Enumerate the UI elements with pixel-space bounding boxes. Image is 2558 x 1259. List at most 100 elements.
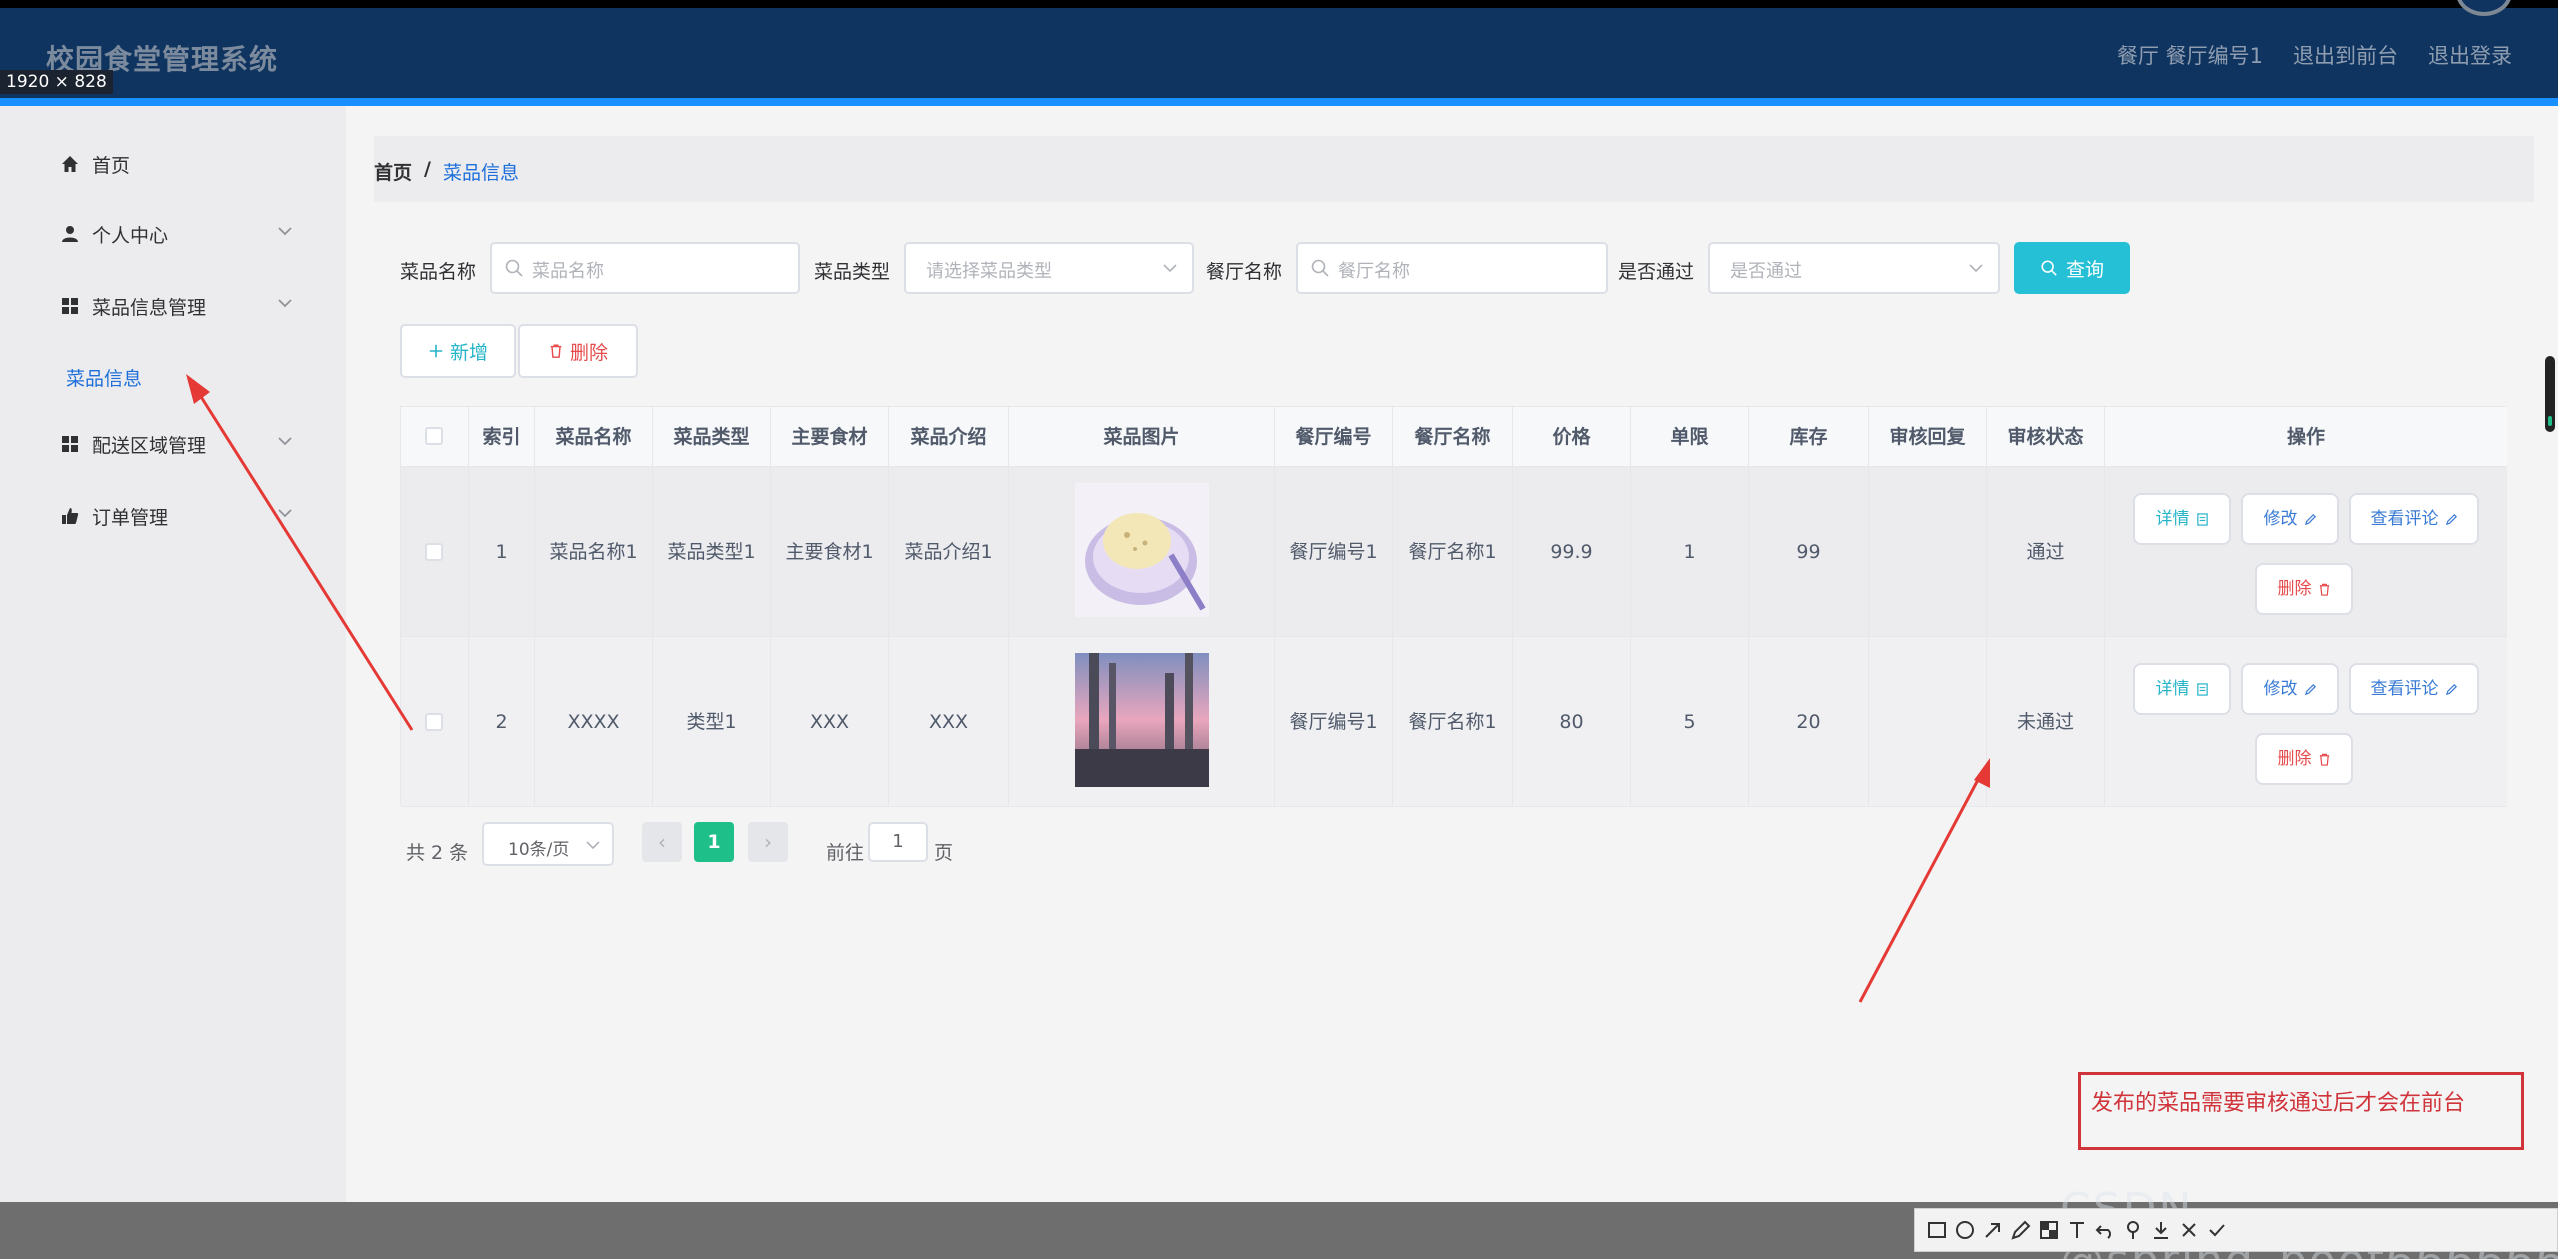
search-icon [505, 259, 523, 277]
restaurant-name-placeholder: 餐厅名称 [1338, 261, 1410, 282]
document-icon [2196, 512, 2208, 526]
logout-link[interactable]: 退出登录 [2428, 40, 2512, 70]
cell-price: 80 [1513, 637, 1631, 807]
search-icon [2041, 260, 2057, 276]
restaurant-name-label: 餐厅名称 [1206, 261, 1283, 283]
dish-type-select[interactable]: 请选择菜品类型 [904, 242, 1194, 294]
sidebar-item-label: 菜品信息管理 [92, 297, 207, 319]
arrow-tool-icon[interactable] [1981, 1218, 2005, 1242]
home-icon [62, 156, 78, 172]
dish-image-ice-cream[interactable] [1075, 483, 1209, 617]
check-icon[interactable] [2205, 1218, 2229, 1242]
delete-label: 删除 [2277, 749, 2312, 769]
col-restaurant-name: 餐厅名称 [1393, 407, 1513, 467]
col-image: 菜品图片 [1009, 407, 1275, 467]
cell-price: 99.9 [1513, 467, 1631, 637]
avatar[interactable] [2456, 0, 2512, 16]
sidebar: 首页 个人中心 菜品信息管理 菜品信息 配送区域管理 订单管理 [0, 106, 346, 1202]
col-dish-name: 菜品名称 [535, 407, 653, 467]
mosaic-tool-icon[interactable] [2037, 1218, 2061, 1242]
goto-page-input[interactable]: 1 [868, 822, 928, 862]
cell-review-reply [1869, 637, 1987, 807]
goto-suffix: 页 [934, 842, 954, 864]
delete-row-button[interactable]: 删除 [2255, 733, 2353, 785]
dish-name-label: 菜品名称 [400, 261, 477, 283]
chevron-down-icon [278, 509, 292, 518]
sidebar-item-orders[interactable]: 订单管理 [0, 494, 346, 538]
col-ingredient: 主要食材 [771, 407, 889, 467]
download-icon[interactable] [2149, 1218, 2173, 1242]
view-comments-button[interactable]: 查看评论 [2349, 663, 2479, 715]
detail-label: 详情 [2155, 679, 2190, 699]
sidebar-item-home[interactable]: 首页 [0, 142, 346, 186]
pen-tool-icon[interactable] [2009, 1218, 2033, 1242]
next-page-button[interactable]: › [748, 822, 788, 862]
dish-table: 索引 菜品名称 菜品类型 主要食材 菜品介绍 菜品图片 餐厅编号 餐厅名称 价格… [400, 406, 2507, 807]
table-row: 2 XXXX 类型1 XXX XXX 餐厅编号1 餐厅名称1 80 5 20 未… [401, 637, 2507, 807]
cell-actions: 详情 修改 查看评论 删除 [2105, 637, 2507, 807]
cell-intro: XXX [889, 637, 1009, 807]
close-icon[interactable] [2177, 1218, 2201, 1242]
col-stock: 库存 [1749, 407, 1869, 467]
view-comments-button[interactable]: 查看评论 [2349, 493, 2479, 545]
col-review-reply: 审核回复 [1869, 407, 1987, 467]
cell-restaurant-name: 餐厅名称1 [1393, 467, 1513, 637]
chevron-down-icon [278, 299, 292, 308]
row-select-cell [401, 637, 469, 807]
table-row: 1 菜品名称1 菜品类型1 主要食材1 菜品介绍1 餐厅编号1 餐厅名称1 99… [401, 467, 2507, 637]
sidebar-item-personal-center[interactable]: 个人中心 [0, 212, 346, 256]
cell-review-status: 通过 [1987, 467, 2105, 637]
back-to-frontend-link[interactable]: 退出到前台 [2293, 40, 2398, 70]
user-icon [62, 226, 78, 242]
dish-type-label: 菜品类型 [814, 261, 891, 283]
undo-icon[interactable] [2093, 1218, 2117, 1242]
page-1-button[interactable]: 1 [694, 822, 734, 862]
page-size-select[interactable]: 10条/页 [482, 822, 614, 866]
sidebar-subitem-dish-info[interactable]: 菜品信息 [66, 364, 142, 391]
top-header: 校园食堂管理系统 餐厅 餐厅编号1 退出到前台 退出登录 [0, 0, 2558, 100]
breadcrumb-home[interactable]: 首页 [374, 158, 412, 185]
query-button[interactable]: 查询 [2014, 242, 2130, 294]
pencil-icon [2445, 513, 2457, 525]
chevron-down-icon [1969, 264, 1983, 273]
detail-button[interactable]: 详情 [2133, 663, 2231, 715]
grid-icon [62, 298, 78, 314]
row-checkbox[interactable] [425, 713, 443, 731]
approved-select[interactable]: 是否通过 [1708, 242, 2000, 294]
cell-index: 1 [469, 467, 535, 637]
scroll-indicator[interactable] [2545, 356, 2555, 432]
chevron-down-icon [1163, 264, 1177, 273]
pin-icon[interactable] [2121, 1218, 2145, 1242]
view-comments-label: 查看评论 [2370, 679, 2439, 699]
sidebar-item-label: 个人中心 [92, 225, 169, 247]
dish-type-placeholder: 请选择菜品类型 [926, 261, 1052, 282]
restaurant-name-input[interactable]: 餐厅名称 [1296, 242, 1608, 294]
ellipse-tool-icon[interactable] [1953, 1218, 1977, 1242]
sidebar-item-label: 订单管理 [92, 507, 169, 529]
cell-index: 2 [469, 637, 535, 807]
batch-delete-button[interactable]: 删除 [518, 324, 638, 378]
table-header: 索引 菜品名称 菜品类型 主要食材 菜品介绍 菜品图片 餐厅编号 餐厅名称 价格… [401, 407, 2507, 467]
pencil-icon [2445, 683, 2457, 695]
cell-image [1009, 637, 1275, 807]
cell-stock: 99 [1749, 467, 1869, 637]
cell-limit: 1 [1631, 467, 1749, 637]
goto-prefix: 前往 [826, 842, 865, 864]
prev-page-button[interactable]: ‹ [642, 822, 682, 862]
col-dish-type: 菜品类型 [653, 407, 771, 467]
sidebar-item-delivery-area[interactable]: 配送区域管理 [0, 422, 346, 466]
row-checkbox[interactable] [425, 543, 443, 561]
detail-button[interactable]: 详情 [2133, 493, 2231, 545]
dish-name-input[interactable]: 菜品名称 [490, 242, 800, 294]
rectangle-tool-icon[interactable] [1925, 1218, 1949, 1242]
screenshot-toolbar [1914, 1208, 2558, 1252]
cell-restaurant-no: 餐厅编号1 [1275, 467, 1393, 637]
query-button-label: 查询 [2065, 258, 2104, 281]
sidebar-item-dish-management[interactable]: 菜品信息管理 [0, 284, 346, 328]
dish-image-city[interactable] [1075, 653, 1209, 787]
cell-ingredient: 主要食材1 [771, 467, 889, 637]
cell-restaurant-no: 餐厅编号1 [1275, 637, 1393, 807]
add-button[interactable]: 新增 [400, 324, 516, 378]
text-tool-icon[interactable] [2065, 1218, 2089, 1242]
select-all-checkbox[interactable] [425, 427, 443, 445]
